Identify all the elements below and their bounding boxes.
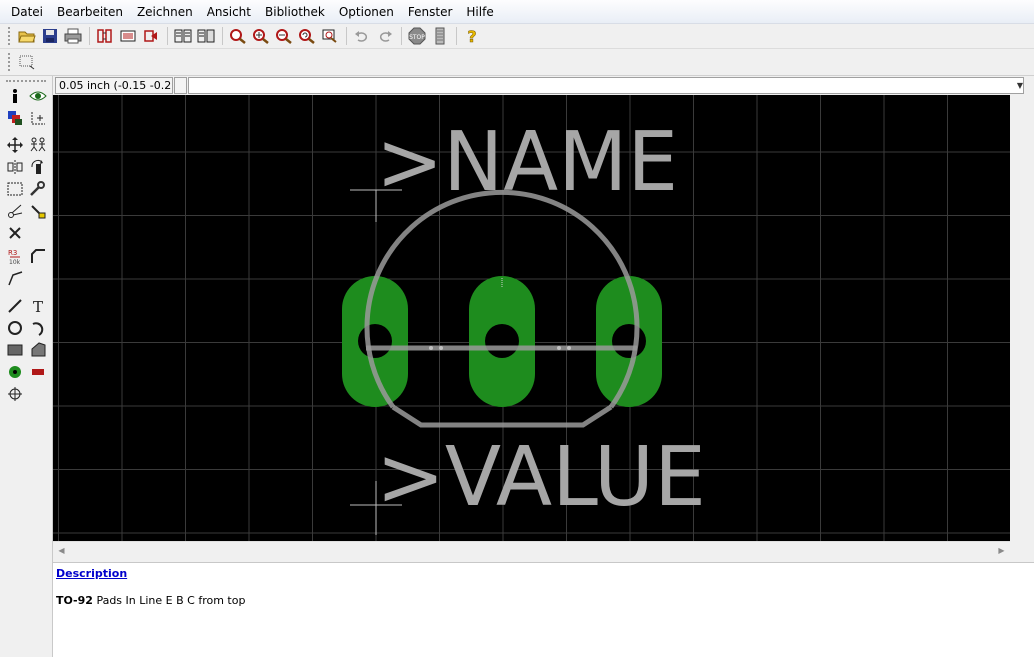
menu-zeichnen[interactable]: Zeichnen xyxy=(130,1,200,23)
pad-b[interactable] xyxy=(469,276,535,407)
menu-datei[interactable]: Datei xyxy=(4,1,50,23)
editor-canvas[interactable]: >NAME >VALUE xyxy=(53,95,1010,541)
script-icon[interactable] xyxy=(117,26,139,47)
menu-bearbeiten[interactable]: Bearbeiten xyxy=(50,1,130,23)
run-ulp-icon[interactable] xyxy=(140,26,162,47)
split-icon[interactable] xyxy=(5,268,25,288)
description-link[interactable]: Description xyxy=(56,567,127,580)
group-icon[interactable] xyxy=(5,179,25,199)
command-input[interactable] xyxy=(188,77,1024,94)
name-value-icon[interactable]: R3 10k xyxy=(5,246,25,266)
polygon-icon[interactable] xyxy=(28,340,48,360)
mark-origin-icon[interactable] xyxy=(28,108,48,128)
scroll-left-arrow-icon[interactable]: ◀ xyxy=(53,542,70,558)
delete-icon[interactable] xyxy=(5,223,25,243)
scissors-cut-icon[interactable] xyxy=(5,201,25,221)
display-layers-icon[interactable] xyxy=(5,108,25,128)
description-pane: Description TO-92 Pads In Line E B C fro… xyxy=(53,562,1034,657)
package-name: TO-92 xyxy=(56,594,93,607)
show-eye-icon[interactable] xyxy=(28,86,48,106)
zoom-in-icon[interactable] xyxy=(250,26,272,47)
zoom-out-icon[interactable] xyxy=(273,26,295,47)
toolbar-separator xyxy=(456,27,457,45)
palette-grip[interactable] xyxy=(6,80,46,82)
svg-text:10k: 10k xyxy=(9,259,21,265)
svg-text:T: T xyxy=(33,298,43,314)
main-toolbar: STOP ? xyxy=(0,24,1034,49)
save-icon[interactable] xyxy=(39,26,61,47)
paste-brush-icon[interactable] xyxy=(28,201,48,221)
undo-icon[interactable] xyxy=(351,26,373,47)
wire-line-icon[interactable] xyxy=(5,296,25,316)
cut-icon[interactable] xyxy=(172,26,194,47)
move-icon[interactable] xyxy=(5,135,25,155)
miter-icon[interactable] xyxy=(28,246,48,266)
menu-fenster[interactable]: Fenster xyxy=(401,1,460,23)
parameter-toolbar xyxy=(0,49,1034,76)
hole-icon[interactable] xyxy=(5,384,25,404)
go-icon[interactable] xyxy=(429,26,451,47)
scroll-right-arrow-icon[interactable]: ▶ xyxy=(993,542,1010,558)
print-icon[interactable] xyxy=(62,26,84,47)
zoom-select-icon[interactable] xyxy=(319,26,341,47)
toolbar-separator xyxy=(167,27,168,45)
pad-c[interactable] xyxy=(596,276,662,407)
rotate-icon[interactable] xyxy=(28,157,48,177)
toolbar-separator xyxy=(401,27,402,45)
redo-icon[interactable] xyxy=(374,26,396,47)
svg-text:R3: R3 xyxy=(8,249,17,257)
rectangle-icon[interactable] xyxy=(5,340,25,360)
command-history-dropdown-icon[interactable]: ▼ xyxy=(1014,78,1026,93)
toolbar-separator xyxy=(346,27,347,45)
zoom-redraw-icon[interactable] xyxy=(296,26,318,47)
package-description: Pads In Line E B C from top xyxy=(96,594,246,607)
smd-icon[interactable] xyxy=(28,362,48,382)
drawing-area[interactable]: >NAME >VALUE xyxy=(53,95,1010,541)
menu-ansicht[interactable]: Ansicht xyxy=(200,1,258,23)
svg-text:?: ? xyxy=(467,27,476,45)
svg-text:STOP: STOP xyxy=(409,34,425,41)
menu-bibliothek[interactable]: Bibliothek xyxy=(258,1,332,23)
info-icon[interactable] xyxy=(5,86,25,106)
zoom-fit-icon[interactable] xyxy=(227,26,249,47)
arc-icon[interactable] xyxy=(28,318,48,338)
pad-icon[interactable] xyxy=(5,362,25,382)
mirror-icon[interactable] xyxy=(5,157,25,177)
value-label[interactable]: >VALUE xyxy=(376,430,706,525)
open-icon[interactable] xyxy=(16,26,38,47)
paste-icon[interactable] xyxy=(195,26,217,47)
toolbar-grip[interactable] xyxy=(8,53,11,71)
horizontal-scrollbar[interactable]: ◀ ▶ xyxy=(53,541,1010,558)
toolbar-separator xyxy=(222,27,223,45)
tool-palette: R3 10k T xyxy=(0,76,53,657)
cam-processor-icon[interactable] xyxy=(94,26,116,47)
stop-icon[interactable]: STOP xyxy=(406,26,428,47)
toolbar-grip[interactable] xyxy=(8,27,11,45)
name-label[interactable]: >NAME xyxy=(376,115,678,210)
right-panel-edge xyxy=(1010,95,1034,558)
text-icon[interactable]: T xyxy=(28,296,48,316)
menu-bar: Datei Bearbeiten Zeichnen Ansicht Biblio… xyxy=(0,0,1034,24)
help-icon[interactable]: ? xyxy=(461,26,483,47)
menu-optionen[interactable]: Optionen xyxy=(332,1,401,23)
circle-icon[interactable] xyxy=(5,318,25,338)
description-text: TO-92 Pads In Line E B C from top xyxy=(56,594,245,607)
grid-layer-icon[interactable] xyxy=(16,52,38,73)
coordinate-spacer-box xyxy=(174,77,187,94)
menu-hilfe[interactable]: Hilfe xyxy=(459,1,500,23)
change-wrench-icon[interactable] xyxy=(28,179,48,199)
command-bar: 0.05 inch (-0.15 -0.20) ▼ xyxy=(53,76,1034,95)
pad-e[interactable] xyxy=(342,276,408,407)
toolbar-separator xyxy=(89,27,90,45)
copy-icon[interactable] xyxy=(28,135,48,155)
grid-coordinate-readout[interactable]: 0.05 inch (-0.15 -0.20) xyxy=(55,77,173,94)
